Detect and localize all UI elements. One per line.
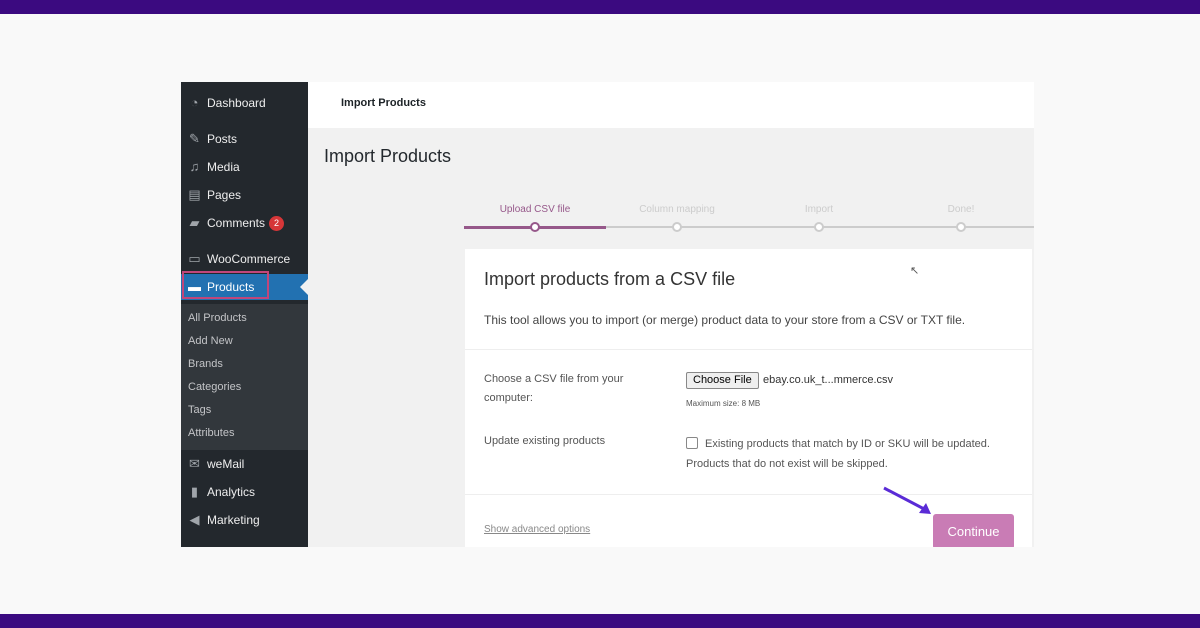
card-title: Import products from a CSV file [484,269,736,289]
annotation-arrow-icon [883,486,931,514]
continue-button[interactable]: Continue [933,514,1014,547]
comment-count-badge: 2 [269,215,285,231]
divider [465,494,1032,495]
megaphone-icon: ◀ [189,512,200,527]
sidebar-item-pages[interactable]: ▤ Pages [181,183,308,207]
submenu-categories[interactable]: Categories [188,381,241,393]
sidebar-item-posts[interactable]: ✎ Posts [181,127,308,151]
step-mapping: Column mapping [639,204,715,215]
import-card: Import products from a CSV file This too… [465,249,1032,547]
step-dot [956,222,966,232]
submenu-brands[interactable]: Brands [188,358,223,370]
step-dot [814,222,824,232]
file-label: Choose a CSV file from your computer: [484,373,624,404]
divider [465,349,1032,350]
dashboard-icon: ◔ [190,95,199,110]
submenu-all-products[interactable]: All Products [188,312,247,324]
pages-icon: ▤ [188,187,201,202]
sidebar-item-comments[interactable]: ▰ Comments 2 [181,211,308,235]
bar-chart-icon: ▮ [190,484,199,499]
submenu-attributes[interactable]: Attributes [188,427,234,439]
step-dot [672,222,682,232]
admin-sidebar: ◔ Dashboard ✎ Posts ♫ Media ▤ Pages ▰ Comment… [181,82,308,547]
top-header: Import Products [308,82,1034,128]
comment-icon: ▰ [189,215,200,230]
sidebar-item-marketing[interactable]: ◀ Marketing [181,508,308,532]
bottom-frame-bar [0,614,1200,628]
mouse-cursor-icon: ↖ [910,265,920,277]
choose-file-button[interactable]: Choose File [686,372,759,389]
sidebar-item-analytics[interactable]: ▮ Analytics [181,480,308,504]
step-done: Done! [947,204,975,215]
top-frame-bar [0,0,1200,14]
import-steps: Upload CSV file Column mapping Import Do… [464,202,1034,242]
max-size-note: Maximum size: 8 MB [686,399,761,408]
sidebar-item-woocommerce[interactable]: ▭ WooCommerce [181,247,308,271]
media-icon: ♫ [189,159,200,174]
update-existing-checkbox[interactable] [686,437,698,449]
update-label: Update existing products [484,435,606,447]
pin-icon: ✎ [189,131,200,146]
update-description: Existing products that match by ID or SK… [686,438,990,470]
screenshot: ◔ Dashboard ✎ Posts ♫ Media ▤ Pages ▰ Comment… [181,82,1034,547]
mail-icon: ✉ [189,456,200,471]
products-submenu: All Products Add New Brands Categories T… [181,304,308,450]
step-upload: Upload CSV file [499,204,571,215]
active-indicator [300,279,308,295]
sidebar-item-media[interactable]: ♫ Media [181,155,308,179]
page-title: Import Products [324,146,452,166]
file-name: ebay.co.uk_t...mmerce.csv [763,374,894,386]
submenu-add-new[interactable]: Add New [188,335,233,347]
header-title: Import Products [341,97,426,109]
show-advanced-options-link[interactable]: Show advanced options [484,524,590,535]
woo-icon: ▭ [188,251,201,266]
step-dot-active [530,222,540,232]
submenu-tags[interactable]: Tags [188,404,211,416]
step-import: Import [804,204,834,215]
products-highlight-box [182,271,269,299]
card-description: This tool allows you to import (or merge… [484,313,966,327]
sidebar-item-dashboard[interactable]: ◔ Dashboard [181,91,308,115]
sidebar-item-wemail[interactable]: ✉ weMail [181,452,308,476]
